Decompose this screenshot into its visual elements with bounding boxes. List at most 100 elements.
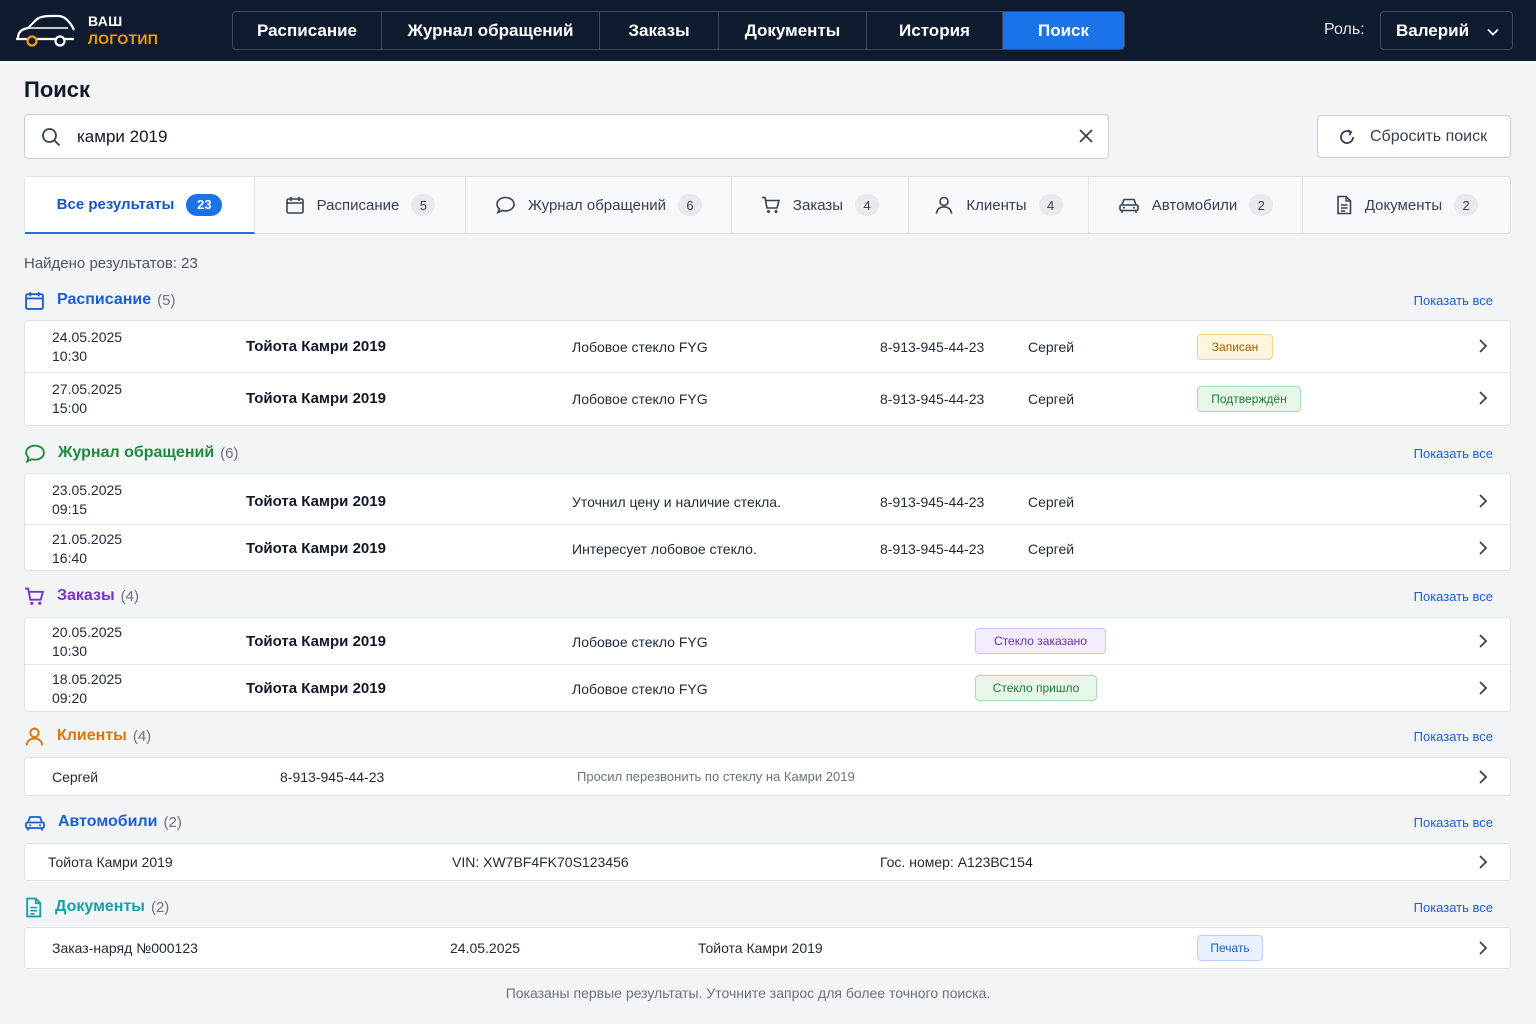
car-icon xyxy=(25,815,45,830)
show-all-link[interactable]: Показать все xyxy=(1414,293,1493,308)
table-row[interactable]: 21.05.2025 16:40 Тойота Камри 2019 Интере… xyxy=(25,525,1510,571)
footer-note: Показаны первые результаты. Уточните зап… xyxy=(505,985,991,1001)
row-vin: VIN: XW7BF4FK70S123456 xyxy=(452,854,629,870)
logo-text-line2: ЛОГОТИП xyxy=(88,31,159,47)
table-row[interactable]: 20.05.2025 10:30 Тойота Камри 2019 Лобово… xyxy=(25,618,1510,665)
filter-count-badge: 5 xyxy=(411,194,436,216)
section-title: Заказы xyxy=(57,587,115,604)
table-row[interactable]: 24.05.2025 10:30 Тойота Камри 2019 Лобово… xyxy=(25,321,1510,373)
chat-icon xyxy=(25,444,45,463)
section-count: (4) xyxy=(132,727,152,745)
role-select[interactable]: Валерий xyxy=(1380,11,1513,50)
table-row[interactable]: 18.05.2025 09:20 Тойота Камри 2019 Лобово… xyxy=(25,665,1510,712)
table-row[interactable]: Заказ-наряд №000123 24.05.2025 Тойота Ка… xyxy=(25,928,1510,968)
row-client-name: Сергей xyxy=(1028,541,1075,557)
documents-results: Заказ-наряд №000123 24.05.2025 Тойота Ка… xyxy=(24,927,1511,969)
status-badge: Подтверждён xyxy=(1197,386,1301,412)
nav-tab-search[interactable]: Поиск xyxy=(1003,12,1124,49)
section-count: (2) xyxy=(150,898,170,916)
clients-results: Сергей 8-913-945-44-23 Просил перезвонит… xyxy=(24,757,1511,796)
filter-count-badge: 4 xyxy=(855,194,880,216)
chevron-right-icon xyxy=(1479,391,1488,405)
chevron-right-icon xyxy=(1479,541,1488,555)
logo[interactable]: ВАШ ЛОГОТИП xyxy=(14,10,174,52)
filter-tab-schedule[interactable]: Расписание 5 xyxy=(255,177,466,233)
top-bar: ВАШ ЛОГОТИП Расписание Журнал обращений … xyxy=(0,0,1536,61)
row-datetime: 18.05.2025 09:20 xyxy=(52,671,123,706)
show-all-link[interactable]: Показать все xyxy=(1414,900,1493,915)
journal-results: 23.05.2025 09:15 Тойота Камри 2019 Уточни… xyxy=(24,473,1511,571)
table-row[interactable]: Сергей 8-913-945-44-23 Просил перезвонит… xyxy=(25,758,1510,795)
status-badge: Стекло заказано xyxy=(975,628,1106,654)
filter-count-badge: 23 xyxy=(186,193,223,216)
calendar-icon xyxy=(25,291,44,310)
section-title: Клиенты xyxy=(57,727,127,744)
chevron-right-icon xyxy=(1479,770,1488,784)
nav-tab-journal[interactable]: Журнал обращений xyxy=(382,12,600,49)
car-icon xyxy=(1118,198,1139,213)
filter-tab-orders[interactable]: Заказы 4 xyxy=(732,177,909,233)
logo-text-line1: ВАШ xyxy=(88,13,123,29)
row-date: 24.05.2025 xyxy=(450,940,521,956)
status-badge: Записан xyxy=(1197,334,1273,360)
filter-tab-clients[interactable]: Клиенты 4 xyxy=(909,177,1089,233)
filter-tab-documents[interactable]: Документы 2 xyxy=(1303,177,1510,233)
filter-tab-journal[interactable]: Журнал обращений 6 xyxy=(466,177,732,233)
row-description: Лобовое стекло FYG xyxy=(572,339,708,355)
nav-tab-schedule[interactable]: Расписание xyxy=(233,12,382,49)
section-title: Документы xyxy=(55,898,145,915)
section-header-documents: Документы (2) Показать все xyxy=(24,895,1511,919)
chevron-right-icon xyxy=(1479,494,1488,508)
row-datetime: 21.05.2025 16:40 xyxy=(52,531,123,566)
row-car: Тойота Камри 2019 xyxy=(246,540,386,557)
table-row[interactable]: 27.05.2025 15:00 Тойота Камри 2019 Лобово… xyxy=(25,373,1510,425)
nav-tab-history[interactable]: История xyxy=(867,12,1003,49)
refresh-icon xyxy=(1340,128,1354,144)
clear-icon[interactable] xyxy=(1078,128,1094,144)
print-button[interactable]: Печать xyxy=(1197,935,1263,961)
chevron-right-icon xyxy=(1479,855,1488,869)
row-document: Заказ-наряд №000123 xyxy=(52,940,198,956)
row-client-name: Сергей xyxy=(1028,494,1075,510)
table-row[interactable]: 23.05.2025 09:15 Тойота Камри 2019 Уточни… xyxy=(25,474,1510,525)
row-datetime: 24.05.2025 10:30 xyxy=(52,329,123,364)
schedule-results: 24.05.2025 10:30 Тойота Камри 2019 Лобово… xyxy=(24,320,1511,426)
chat-icon xyxy=(496,196,515,215)
row-car: Тойота Камри 2019 xyxy=(246,680,386,697)
show-all-link[interactable]: Показать все xyxy=(1414,729,1493,744)
row-datetime: 23.05.2025 09:15 xyxy=(52,482,123,517)
show-all-link[interactable]: Показать все xyxy=(1414,446,1493,461)
chevron-right-icon xyxy=(1479,339,1488,353)
nav-tab-documents[interactable]: Документы xyxy=(719,12,867,49)
filter-count-badge: 2 xyxy=(1454,194,1479,216)
show-all-link[interactable]: Показать все xyxy=(1414,815,1493,830)
row-car: Тойота Камри 2019 xyxy=(48,854,173,870)
nav-tab-orders[interactable]: Заказы xyxy=(600,12,719,49)
chevron-right-icon xyxy=(1479,634,1488,648)
section-count: (5) xyxy=(157,291,176,309)
chevron-right-icon xyxy=(1479,941,1488,955)
role-label: Роль: xyxy=(1324,21,1365,38)
show-all-link[interactable]: Показать все xyxy=(1414,589,1493,604)
row-description: Уточнил цену и наличие стекла. xyxy=(572,494,781,510)
user-icon xyxy=(936,196,953,214)
filter-tab-label: Клиенты xyxy=(966,196,1027,214)
search-field[interactable] xyxy=(24,114,1109,159)
search-input[interactable] xyxy=(77,123,1057,151)
row-description: Лобовое стекло FYG xyxy=(572,681,708,697)
section-header-cars: Автомобили (2) Показать все xyxy=(24,810,1511,834)
row-description: Интересует лобовое стекло. xyxy=(572,541,757,557)
filter-tab-cars[interactable]: Автомобили 2 xyxy=(1089,177,1303,233)
section-title: Журнал обращений xyxy=(58,444,215,461)
row-client-name: Сергей xyxy=(1028,339,1075,355)
reset-search-button[interactable]: Сбросить поиск xyxy=(1317,115,1511,158)
filter-tab-all[interactable]: Все результаты 23 xyxy=(25,177,255,234)
row-description: Лобовое стекло FYG xyxy=(572,634,708,650)
filter-tab-label: Автомобили xyxy=(1151,196,1238,214)
section-title: Автомобили xyxy=(58,813,158,830)
table-row[interactable]: Тойота Камри 2019 VIN: XW7BF4FK70S123456… xyxy=(25,844,1510,880)
filter-tab-label: Документы xyxy=(1364,196,1443,214)
filter-tabs: Все результаты 23 Расписание 5 Журнал об… xyxy=(24,176,1511,234)
row-datetime: 27.05.2025 15:00 xyxy=(52,381,123,416)
row-note: Просил перезвонить по стеклу на Камри 20… xyxy=(577,769,855,784)
